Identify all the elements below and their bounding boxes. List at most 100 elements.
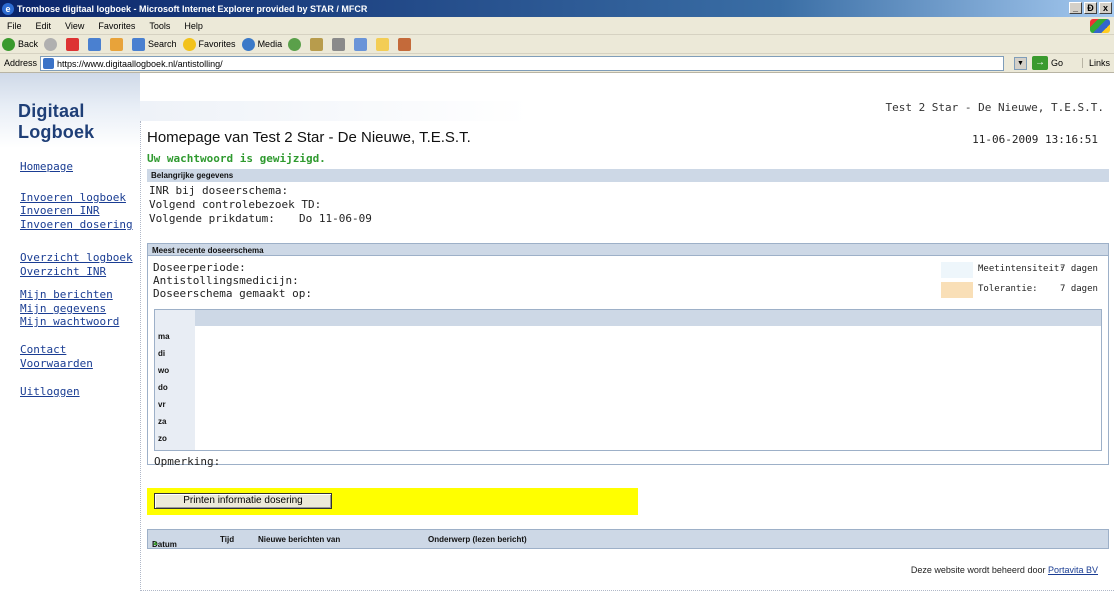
forward-arrow-icon (44, 37, 58, 51)
nav-mijn-berichten[interactable]: Mijn berichten (20, 288, 113, 301)
restore-button[interactable]: Ɖ (1084, 2, 1097, 14)
menu-view[interactable]: View (58, 21, 91, 31)
nav-overzicht-logboek[interactable]: Overzicht logboek (20, 251, 133, 264)
footer-portavita-link[interactable]: Portavita BV (1048, 565, 1098, 575)
back-button[interactable]: Back (2, 37, 39, 51)
prick-date-label: Volgende prikdatum: (149, 212, 275, 225)
stop-icon (66, 37, 80, 51)
address-label: Address (4, 58, 38, 68)
nav-homepage[interactable]: Homepage (20, 160, 73, 173)
history-icon (288, 37, 302, 51)
history-button[interactable] (288, 37, 304, 51)
messenger-button[interactable] (398, 37, 414, 51)
nav-overzicht-inr[interactable]: Overzicht INR (20, 265, 106, 278)
menu-tools[interactable]: Tools (142, 21, 177, 31)
print-dosing-button[interactable]: Printen informatie dosering (154, 493, 332, 509)
menu-file[interactable]: File (0, 21, 29, 31)
confirmation-message: Uw wachtwoord is gewijzigd. (147, 152, 326, 165)
logo-area: Digitaal Logboek (0, 73, 140, 148)
weekday-column (155, 310, 195, 450)
nav-invoeren-inr[interactable]: Invoeren INR (20, 204, 99, 217)
search-button[interactable]: Search (132, 37, 177, 51)
footer-text: Deze website wordt beheerd door (910, 565, 1046, 575)
back-label: Back (18, 39, 39, 49)
day-wo: wo (158, 366, 170, 375)
day-zo: zo (158, 434, 167, 443)
page-icon (43, 58, 54, 69)
nav-uitloggen[interactable]: Uitloggen (20, 385, 80, 398)
messenger-icon (398, 37, 412, 51)
refresh-icon (88, 37, 102, 51)
page-content: Digitaal Logboek Test 2 Star - De Nieuwe… (0, 73, 1114, 606)
day-do: do (158, 383, 168, 392)
mail-icon (310, 37, 324, 51)
page-title: Homepage van Test 2 Star - De Nieuwe, T.… (147, 129, 471, 146)
favorites-button[interactable]: Favorites (182, 37, 236, 51)
links-button[interactable]: Links (1082, 58, 1110, 68)
nav-contact[interactable]: Contact (20, 343, 66, 356)
timestamp: 11-06-2009 13:16:51 (972, 133, 1098, 146)
window-controls: _ Ɖ x (1069, 2, 1112, 14)
day-vr: vr (158, 400, 166, 409)
main-panel: Homepage van Test 2 Star - De Nieuwe, T.… (140, 121, 1114, 591)
stop-button[interactable] (66, 37, 82, 51)
go-button[interactable]: → Go (1032, 56, 1063, 70)
nav-mijn-wachtwoord[interactable]: Mijn wachtwoord (20, 315, 119, 328)
print-bar: Printen informatie dosering (147, 488, 638, 515)
mail-button[interactable] (310, 37, 326, 51)
forward-button[interactable] (44, 37, 60, 51)
site-logo[interactable]: Digitaal Logboek (18, 101, 140, 143)
back-arrow-icon (2, 37, 15, 51)
windows-flag-icon (1090, 19, 1110, 33)
ie-logo-icon: e (2, 2, 14, 15)
menu-help[interactable]: Help (177, 21, 210, 31)
print-toolbar-button[interactable] (332, 37, 348, 51)
close-button[interactable]: x (1099, 2, 1112, 14)
menu-edit[interactable]: Edit (29, 21, 59, 31)
address-url: https://www.digitaallogboek.nl/antistoll… (57, 58, 223, 69)
window-titlebar: e Trombose digitaal logboek - Microsoft … (0, 0, 1114, 17)
col-tijd[interactable]: Tijd (220, 535, 234, 544)
inr-label: INR bij doseerschema: (149, 184, 289, 197)
edit-document-icon (354, 37, 368, 51)
day-di: di (158, 349, 166, 358)
folder-icon (376, 37, 390, 51)
search-label: Search (148, 39, 177, 49)
window-title: Trombose digitaal logboek - Microsoft In… (17, 3, 368, 14)
weekday-table-header (195, 310, 1101, 326)
edit-button[interactable] (354, 37, 370, 51)
menu-bar: File Edit View Favorites Tools Help (0, 17, 1114, 35)
refresh-button[interactable] (88, 37, 104, 51)
printer-icon (332, 37, 346, 51)
dose-schema-box: ma di wo do vr za zo Opmerking: (147, 243, 1109, 468)
menu-favorites[interactable]: Favorites (91, 21, 142, 31)
go-label: Go (1051, 58, 1064, 68)
col-nieuwe-berichten-van[interactable]: Nieuwe berichten van (258, 535, 340, 544)
go-arrow-icon: → (1032, 56, 1048, 70)
minimize-button[interactable]: _ (1069, 2, 1082, 14)
media-label: Media (257, 39, 283, 49)
remark-label: Opmerking: (154, 455, 221, 468)
nav-invoeren-logboek[interactable]: Invoeren logboek (20, 191, 126, 204)
weekday-table: ma di wo do vr za zo (154, 309, 1102, 451)
media-icon (241, 37, 255, 51)
media-button[interactable]: Media (241, 37, 283, 51)
address-bar: Address https://www.digitaallogboek.nl/a… (0, 54, 1114, 73)
search-icon (132, 37, 146, 51)
sort-ascending-icon: ▲ (152, 540, 159, 547)
col-onderwerp[interactable]: Onderwerp (lezen bericht) (428, 535, 527, 544)
folder-button[interactable] (376, 37, 392, 51)
nav-mijn-gegevens[interactable]: Mijn gegevens (20, 302, 106, 315)
prick-date-value: Do 11-06-09 (299, 212, 372, 225)
nav-invoeren-dosering[interactable]: Invoeren dosering (20, 218, 133, 231)
browser-toolbar: Back Search Favorites Media (0, 35, 1114, 54)
site-footer: Deze website wordt beheerd door Portavit… (911, 565, 1098, 575)
address-dropdown-icon[interactable]: ▼ (1014, 57, 1027, 70)
favorites-star-icon (182, 37, 196, 51)
day-za: za (158, 417, 167, 426)
home-button[interactable] (110, 37, 126, 51)
messages-table-header: Datum ▲ Tijd Nieuwe berichten van Onderw… (147, 529, 1109, 549)
home-icon (110, 37, 124, 51)
address-input[interactable]: https://www.digitaallogboek.nl/antistoll… (40, 56, 1004, 71)
nav-voorwaarden[interactable]: Voorwaarden (20, 357, 93, 370)
